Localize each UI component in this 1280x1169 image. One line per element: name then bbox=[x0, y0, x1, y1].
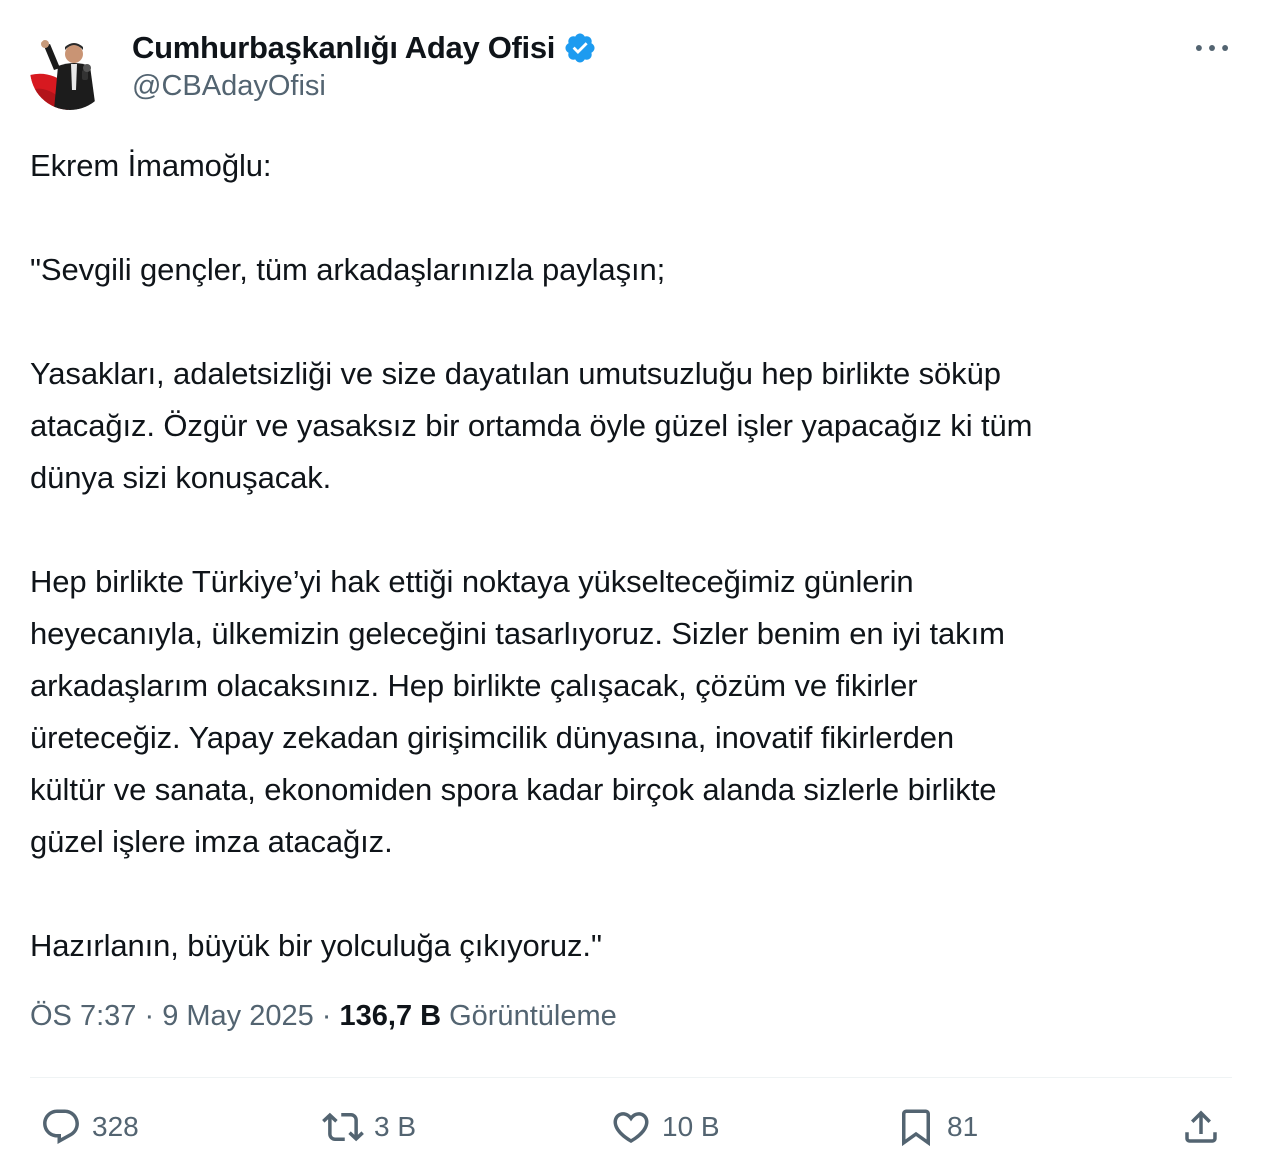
tweet-text: Ekrem İmamoğlu: "Sevgili gençler, tüm ar… bbox=[30, 140, 1245, 972]
more-horizontal-icon bbox=[1195, 45, 1229, 51]
retweet-icon bbox=[322, 1112, 364, 1142]
like-button[interactable]: 10 B bbox=[610, 1103, 720, 1151]
more-options-button[interactable] bbox=[1190, 30, 1234, 66]
tweet-meta: ÖS 7:37 · 9 May 2025 · 136,7 B Görüntüle… bbox=[30, 1000, 617, 1033]
share-button[interactable] bbox=[1180, 1103, 1222, 1151]
reply-button[interactable]: 328 bbox=[40, 1103, 139, 1151]
tweet-card: Cumhurbaşkanlığı Aday Ofisi @CBAdayOfisi… bbox=[0, 0, 1280, 1169]
like-count: 10 B bbox=[662, 1111, 720, 1142]
verified-badge-icon[interactable] bbox=[563, 31, 597, 65]
tweet-date[interactable]: 9 May 2025 bbox=[162, 1000, 314, 1033]
bookmark-count: 81 bbox=[947, 1111, 979, 1142]
retweet-count: 3 B bbox=[374, 1111, 417, 1142]
avatar[interactable] bbox=[30, 30, 110, 110]
tweet-paragraph: Hazırlanın, büyük bir yolculuğa çıkıyoru… bbox=[30, 928, 602, 963]
reply-icon bbox=[43, 1109, 79, 1144]
meta-separator: · bbox=[313, 1000, 340, 1032]
author-handle[interactable]: @CBAdayOfisi bbox=[132, 70, 326, 103]
tweet-time[interactable]: ÖS 7:37 bbox=[30, 1000, 136, 1033]
share-icon bbox=[1185, 1110, 1217, 1143]
tweet-paragraph: Yasakları, adaletsizliği ve size dayatıl… bbox=[30, 356, 1033, 495]
views-label[interactable]: Görüntüleme bbox=[449, 1000, 617, 1033]
bookmark-button[interactable]: 81 bbox=[895, 1103, 978, 1151]
heart-icon bbox=[613, 1112, 649, 1144]
tweet-paragraph: "Sevgili gençler, tüm arkadaşlarınızla p… bbox=[30, 252, 666, 287]
author-display-name[interactable]: Cumhurbaşkanlığı Aday Ofisi bbox=[132, 30, 555, 66]
tweet-paragraph: Hep birlikte Türkiye’yi hak ettiği nokta… bbox=[30, 564, 1005, 859]
author-name-row[interactable]: Cumhurbaşkanlığı Aday Ofisi bbox=[132, 26, 597, 70]
retweet-button[interactable]: 3 B bbox=[322, 1103, 416, 1151]
tweet-paragraph: Ekrem İmamoğlu: bbox=[30, 148, 272, 183]
reply-count: 328 bbox=[92, 1111, 139, 1142]
meta-separator: · bbox=[136, 1000, 163, 1032]
divider bbox=[30, 1077, 1232, 1078]
views-count[interactable]: 136,7 B bbox=[340, 1000, 442, 1033]
bookmark-icon bbox=[902, 1109, 930, 1147]
profile-photo-icon bbox=[30, 30, 110, 110]
